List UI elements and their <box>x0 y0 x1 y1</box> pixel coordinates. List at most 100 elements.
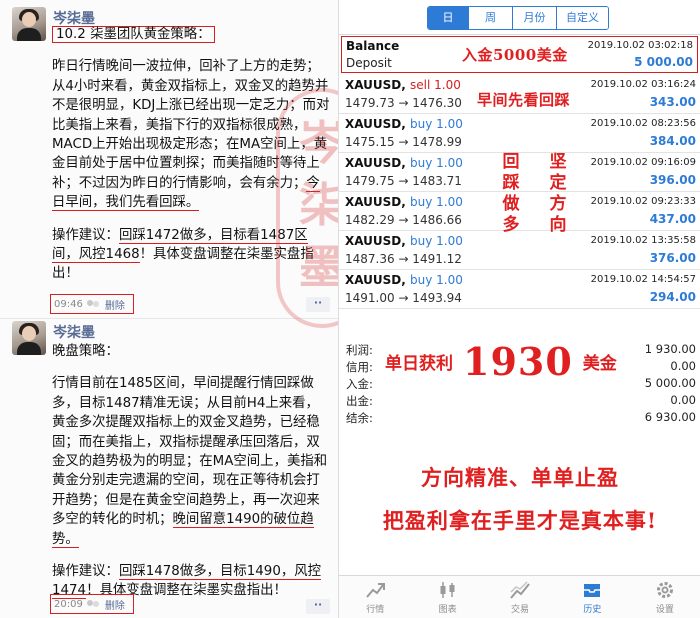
summary-value: 6 930.00 <box>644 410 696 424</box>
annotation-vertical-1: 回踩做多 <box>502 152 520 235</box>
summary-row-withdrawal: 出金: 0.00 <box>339 393 700 410</box>
deposit-annotation: 入金5000美金 <box>462 46 568 64</box>
trade-row[interactable]: XAUUSD, buy 1.00 1491.00 → 1493.94 2019.… <box>339 270 700 309</box>
gear-icon <box>656 582 673 598</box>
summary-row-deposit: 入金: 5 000.00 <box>339 376 700 393</box>
summary-label: 信用: <box>346 360 373 374</box>
nav-charts[interactable]: 图表 <box>411 576 483 618</box>
trade-time: 2019.10.02 08:23:56 <box>590 118 696 129</box>
trade-prices: 1479.75 → 1483.71 <box>345 174 462 188</box>
trade-side: buy 1.00 <box>410 156 463 170</box>
trade-time: 2019.10.02 03:16:24 <box>590 79 696 90</box>
summary-value: 1 930.00 <box>644 342 696 356</box>
delete-link[interactable]: 删除 <box>105 597 125 612</box>
trade-prices: 1491.00 → 1493.94 <box>345 291 462 305</box>
trade-side: buy 1.00 <box>410 117 463 131</box>
tab-month[interactable]: 月份 <box>512 7 556 29</box>
trade-time: 2019.10.02 09:23:33 <box>590 196 696 207</box>
trade-time: 2019.10.02 13:35:58 <box>590 235 696 246</box>
candlestick-icon <box>440 582 455 598</box>
post-time: 20:09 <box>54 598 83 610</box>
trade-symbol: XAUUSD, <box>345 156 406 170</box>
summary-value: 0.00 <box>670 393 696 407</box>
avatar[interactable] <box>12 7 46 41</box>
trade-symbol: XAUUSD, <box>345 78 406 92</box>
moments-post: 岑柒墨 10.2 柒墨团队黄金策略： 昨日行情晚间一波拉伸，回补了上方的走势；从… <box>0 0 338 318</box>
tab-week[interactable]: 周 <box>468 7 512 29</box>
summary-row-credit: 信用: 0.00 <box>339 359 700 376</box>
tab-custom[interactable]: 自定义 <box>556 7 608 29</box>
post-title: 晚盘策略： <box>52 344 119 359</box>
trade-side: sell 1.00 <box>410 78 461 92</box>
balance-value: 5 000.00 <box>634 55 693 69</box>
summary-value: 5 000.00 <box>644 376 696 390</box>
trade-prices: 1487.36 → 1491.12 <box>345 252 462 266</box>
summary-row-balance: 结余: 6 930.00 <box>339 410 700 427</box>
trade-time: 2019.10.02 14:54:57 <box>590 274 696 285</box>
post-meta: 20:09 删除 <box>50 594 134 614</box>
nav-quotes[interactable]: 行情 <box>339 576 411 618</box>
history-inbox-icon <box>584 584 601 597</box>
trend-arrow-icon <box>366 583 386 598</box>
balance-label: Balance <box>346 39 400 53</box>
trade-prices: 1475.15 → 1478.99 <box>345 135 462 149</box>
post-title: 10.2 柒墨团队黄金策略： <box>52 26 215 43</box>
moments-post: 岑柒墨 晚盘策略： 行情目前在1485区间，早间提醒行情回踩做多，目标1487精… <box>0 318 338 618</box>
trade-symbol: XAUUSD, <box>345 234 406 248</box>
post-text: 晚盘策略： 行情目前在1485区间，早间提醒行情回踩做多，目标1487精准无误；… <box>52 342 332 601</box>
slogan-line-2: 把盈利拿在手里才是真本事! <box>382 508 658 533</box>
summary-label: 结余: <box>346 411 373 425</box>
visibility-icon <box>86 599 101 609</box>
trade-time: 2019.10.02 09:16:09 <box>590 157 696 168</box>
delete-link[interactable]: 删除 <box>105 297 125 312</box>
summary-label: 利润: <box>346 343 373 357</box>
annotation-early: 早间先看回踩 <box>477 91 571 109</box>
trade-symbol: XAUUSD, <box>345 117 406 131</box>
moments-panel: 岑柒墨 10.2 柒墨团队黄金策略： 昨日行情晚间一波拉伸，回补了上方的走势；从… <box>0 0 338 618</box>
summary-label: 入金: <box>346 377 373 391</box>
trade-symbol: XAUUSD, <box>345 195 406 209</box>
trade-prices: 1482.29 → 1486.66 <box>345 213 462 227</box>
trade-side: buy 1.00 <box>410 273 463 287</box>
trade-history-panel: 日 周 月份 自定义 Balance Deposit 2019.10.02 03… <box>338 0 700 618</box>
trade-profit: 376.00 <box>649 251 696 265</box>
post-advice: 操作建议：回踩1472做多，目标看1487区间，风控1468！具体变盘调整在柒墨… <box>52 227 314 282</box>
more-options-icon[interactable]: ·· <box>306 297 330 312</box>
nav-history[interactable]: 历史 <box>556 576 628 618</box>
trade-side: buy 1.00 <box>410 195 463 209</box>
more-options-icon[interactable]: ·· <box>306 599 330 614</box>
post-body: 行情目前在1485区间，早间提醒行情回踩做多，目标1487精准无误；从目前H4上… <box>52 376 328 548</box>
trade-profit: 294.00 <box>649 290 696 304</box>
trade-symbol: XAUUSD, <box>345 273 406 287</box>
bottom-navigation: 行情 图表 交易 历史 设置 <box>339 575 700 618</box>
summary-row-profit: 利润: 1 930.00 <box>339 342 700 359</box>
trade-profit: 437.00 <box>649 212 696 226</box>
summary-label: 出金: <box>346 394 373 408</box>
post-meta: 09:46 删除 <box>50 294 134 314</box>
balance-time: 2019.10.02 03:02:18 <box>587 40 693 51</box>
slogan-line-1: 方向精准、单单止盈 <box>421 465 619 490</box>
summary-value: 0.00 <box>670 359 696 373</box>
trade-row[interactable]: XAUUSD, buy 1.00 1487.36 → 1491.12 2019.… <box>339 231 700 270</box>
balance-row[interactable]: Balance Deposit 2019.10.02 03:02:18 5 00… <box>341 36 698 73</box>
post-author[interactable]: 岑柒墨 <box>53 322 95 342</box>
post-time: 09:46 <box>54 298 83 310</box>
trade-profit: 384.00 <box>649 134 696 148</box>
nav-trade[interactable]: 交易 <box>484 576 556 618</box>
trade-row[interactable]: XAUUSD, buy 1.00 1475.15 → 1478.99 2019.… <box>339 114 700 153</box>
deposit-label: Deposit <box>346 56 392 70</box>
trade-profit: 396.00 <box>649 173 696 187</box>
divider <box>339 34 700 35</box>
annotation-vertical-2: 坚定方向 <box>549 152 567 235</box>
trade-profit: 343.00 <box>649 95 696 109</box>
tab-day[interactable]: 日 <box>428 7 468 29</box>
period-tabs: 日 周 月份 自定义 <box>427 6 609 30</box>
trade-side: buy 1.00 <box>410 234 463 248</box>
post-text: 10.2 柒墨团队黄金策略： 昨日行情晚间一波拉伸，回补了上方的走势；从4小时来… <box>52 25 332 284</box>
trade-chart-icon <box>510 581 530 599</box>
nav-settings[interactable]: 设置 <box>629 576 700 618</box>
trade-prices: 1479.73 → 1476.30 <box>345 96 462 110</box>
post-body: 昨日行情晚间一波拉伸，回补了上方的走势；从4小时来看，黄金双指标上，双金叉的趋势… <box>52 59 330 212</box>
visibility-icon <box>86 299 101 309</box>
avatar[interactable] <box>12 321 46 355</box>
